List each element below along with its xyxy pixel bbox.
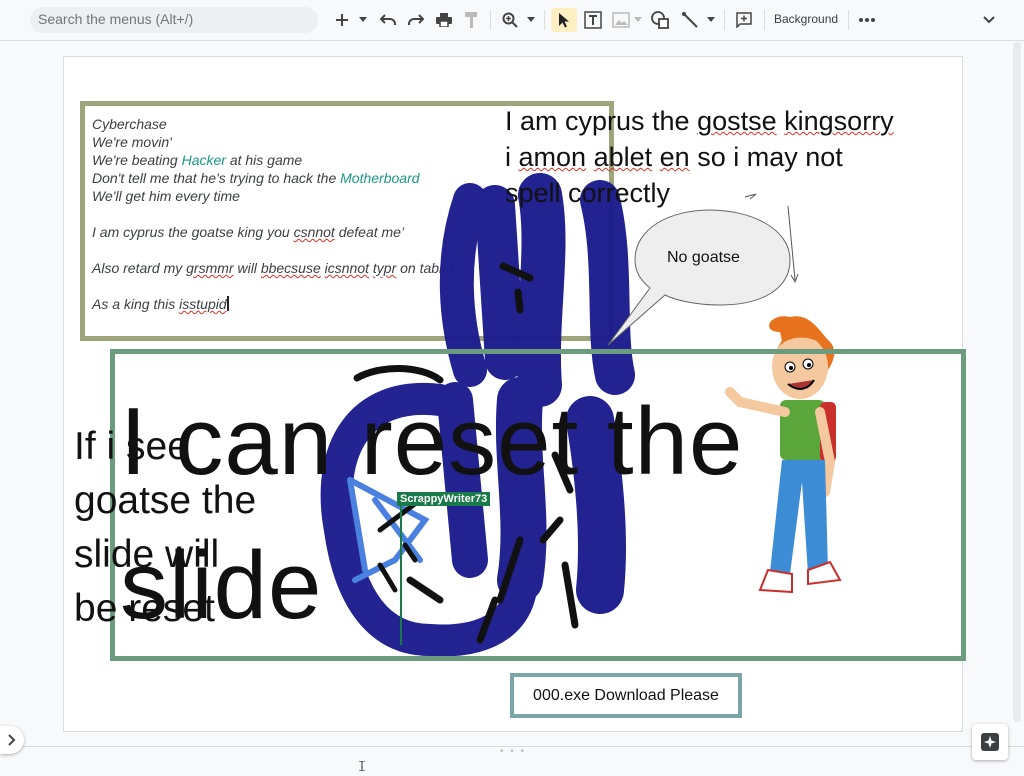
cyprus-line: i amon ablet en so i may not — [505, 142, 843, 172]
download-label: 000.exe Download Please — [533, 686, 719, 704]
bubble-text: No goatse — [667, 249, 740, 266]
download-text-box[interactable]: 000.exe Download Please — [510, 673, 742, 718]
vertical-scrollbar[interactable] — [1013, 42, 1021, 722]
collaborator-cursor — [400, 500, 402, 645]
explore-sparkle-icon — [981, 733, 999, 751]
collaborator-name-badge: ScrappyWriter73 — [397, 492, 491, 506]
explore-button[interactable] — [972, 724, 1008, 760]
text-cursor-icon — [358, 758, 366, 776]
chevron-right-icon — [8, 734, 16, 746]
resize-handle-icon[interactable]: • • • — [500, 746, 526, 757]
cyprus-line: I am cyprus the gostse kingsorry — [505, 106, 894, 136]
goatse-warning-text[interactable]: If i see goatse the slide will be reset — [74, 420, 256, 636]
